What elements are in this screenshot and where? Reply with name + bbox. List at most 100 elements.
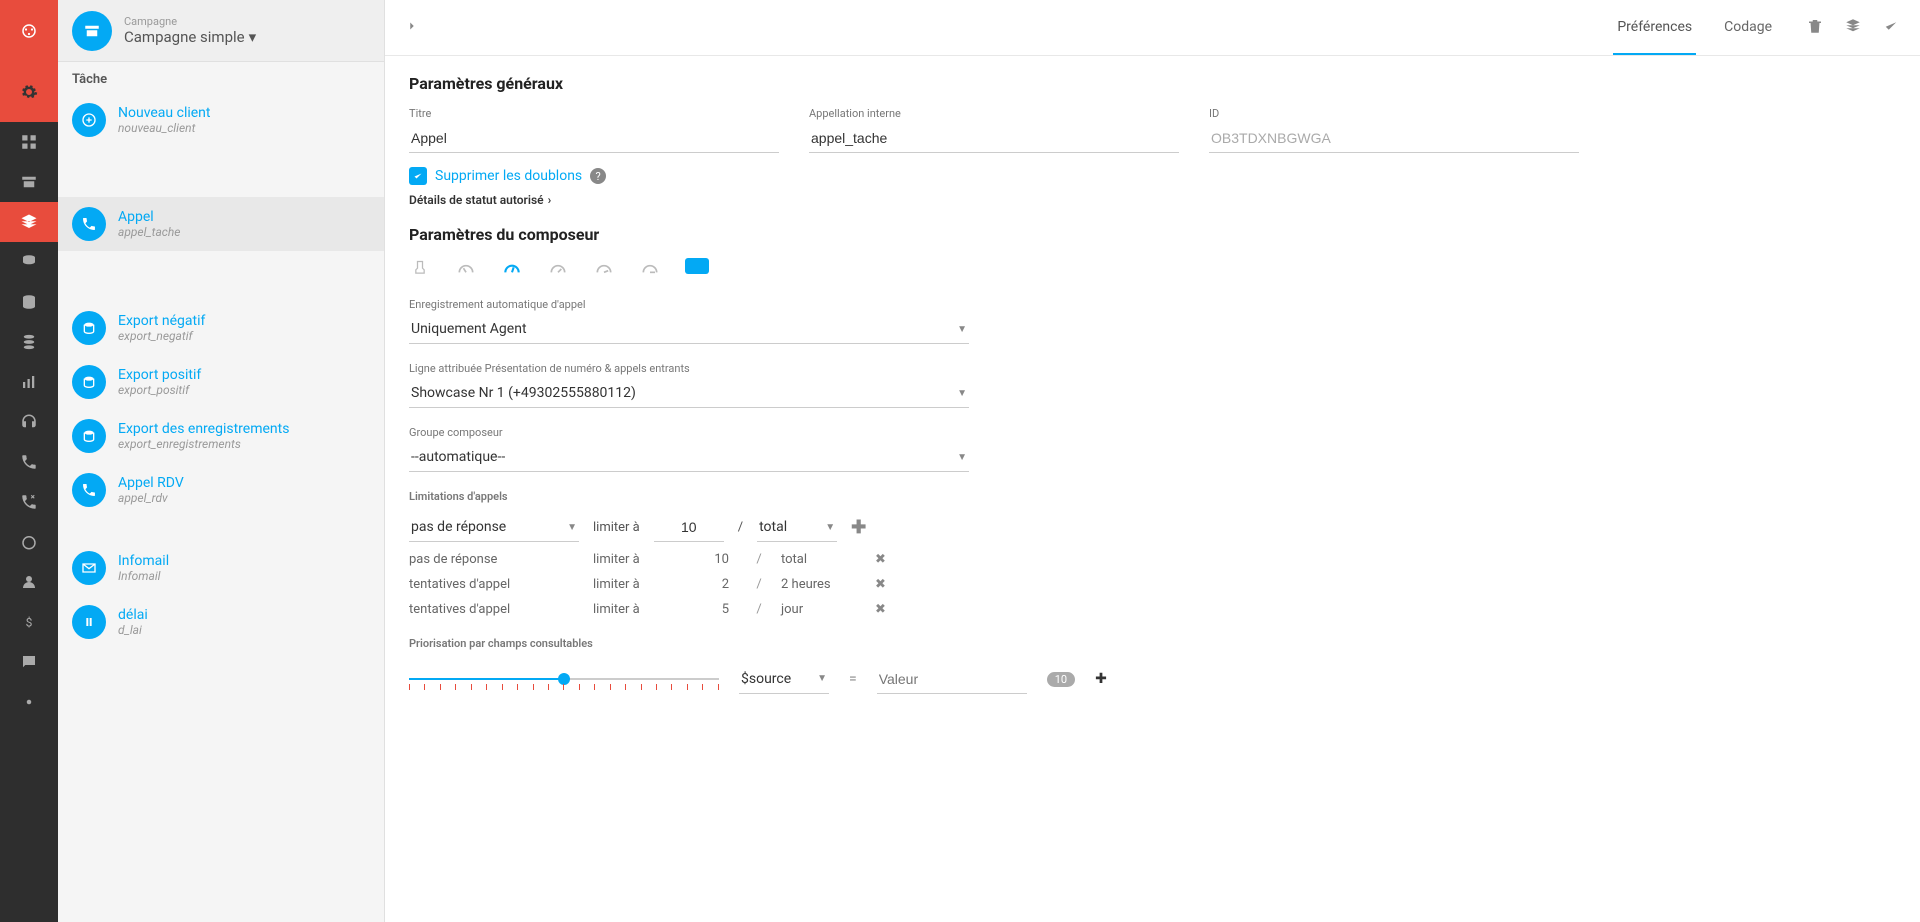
pause-icon (72, 605, 106, 639)
campaign-label: Campagne (124, 15, 256, 28)
chevron-down-icon: ▼ (957, 388, 967, 399)
dedupe-checkbox[interactable] (409, 167, 427, 185)
task-title: Appel RDV (118, 475, 184, 491)
priority-field-select[interactable]: $source▼ (739, 665, 829, 694)
phone-icon (72, 473, 106, 507)
general-heading: Paramètres généraux (409, 74, 1896, 93)
limit-reason-select[interactable]: pas de réponse▼ (409, 513, 579, 542)
help-icon[interactable]: ? (590, 168, 606, 184)
dedupe-label: Supprimer les doublons (435, 168, 582, 184)
task-infomail[interactable]: InfomailInfomail (58, 541, 384, 595)
task-title: Appel (118, 209, 180, 225)
task-nouveau-client[interactable]: Nouveau clientnouveau_client (58, 93, 384, 147)
limits-label: Limitations d'appels (409, 490, 1896, 503)
task-sub: d_lai (118, 623, 148, 637)
archive-icon (72, 11, 112, 51)
chevron-down-icon: ▼ (825, 522, 835, 533)
auto-rec-label: Enregistrement automatique d'appel (409, 298, 969, 311)
auto-rec-select[interactable]: Uniquement Agent▼ (409, 315, 969, 344)
nav-dialer-icon[interactable] (0, 482, 58, 522)
mode-preview-icon[interactable] (455, 258, 477, 280)
title-input[interactable] (409, 124, 779, 153)
nav-db2-icon[interactable] (0, 282, 58, 322)
caret-down-icon: ▾ (249, 28, 257, 46)
database-icon (72, 365, 106, 399)
nav-timer-icon[interactable] (0, 522, 58, 562)
nav-user-icon[interactable] (0, 562, 58, 602)
status-details-link[interactable]: Détails de statut autorisé› (409, 193, 1896, 207)
limit-row: tentatives d'appellimiter à2/2 heures✖ (409, 577, 1896, 592)
nav-chat-icon[interactable] (0, 642, 58, 682)
task-title: Nouveau client (118, 105, 210, 121)
nav-settings-icon[interactable] (0, 682, 58, 722)
priority-label: Priorisation par champs consultables (409, 637, 1896, 650)
check-icon[interactable] (1882, 17, 1900, 39)
tab-preferences[interactable]: Préférences (1613, 1, 1696, 55)
id-input (1209, 124, 1579, 153)
internal-input[interactable] (809, 124, 1179, 153)
nav-headset-icon[interactable] (0, 402, 58, 442)
gear-icon[interactable] (0, 62, 58, 122)
task-sub: appel_rdv (118, 491, 184, 505)
line-label: Ligne attribuée Présentation de numéro &… (409, 362, 969, 375)
chevron-right-icon: › (548, 193, 552, 207)
task-sub: appel_tache (118, 225, 180, 239)
add-priority-button[interactable]: ✚ (1095, 671, 1107, 687)
chevron-down-icon: ▼ (567, 522, 577, 533)
task-sub: nouveau_client (118, 121, 210, 135)
task-sub: export_negatif (118, 329, 205, 343)
mode-predictive-icon[interactable] (547, 258, 569, 280)
line-select[interactable]: Showcase Nr 1 (+49302555880112)▼ (409, 379, 969, 408)
nav-phone-icon[interactable] (0, 442, 58, 482)
task-delai[interactable]: délaid_lai (58, 595, 384, 649)
mode-auto-icon[interactable] (639, 258, 661, 280)
task-title: Infomail (118, 553, 169, 569)
svg-text:$: $ (26, 616, 33, 630)
task-title: délai (118, 607, 148, 623)
plus-icon (72, 103, 106, 137)
task-export-positif[interactable]: Export positifexport_positif (58, 355, 384, 409)
nav-db1-icon[interactable] (0, 242, 58, 282)
nav-dashboard-icon[interactable] (0, 122, 58, 162)
group-select[interactable]: --automatique--▼ (409, 443, 969, 472)
mail-icon (72, 551, 106, 585)
campaign-selector[interactable]: Campagne Campagne simple▾ (58, 0, 384, 62)
delete-icon[interactable] (1806, 17, 1824, 39)
app-logo[interactable] (0, 0, 58, 62)
remove-limit-button[interactable]: ✖ (875, 577, 895, 592)
mode-progressive-icon[interactable] (593, 258, 615, 280)
task-sub: Infomail (118, 569, 169, 583)
mode-power-icon[interactable] (501, 258, 523, 280)
chevron-down-icon: ▼ (957, 452, 967, 463)
sidebar-section-title: Tâche (58, 62, 384, 93)
nav-stats-icon[interactable] (0, 362, 58, 402)
limiter-text: limiter à (593, 520, 640, 535)
nav-db3-icon[interactable] (0, 322, 58, 362)
task-export-negatif[interactable]: Export négatifexport_negatif (58, 301, 384, 355)
priority-count-badge: 10 (1047, 672, 1075, 687)
tab-coding[interactable]: Codage (1720, 1, 1776, 55)
priority-value-input[interactable] (877, 665, 1027, 694)
limit-value-input[interactable] (654, 513, 724, 542)
limit-sep: / (738, 520, 743, 535)
mode-badge-icon[interactable] (685, 258, 709, 274)
chevron-down-icon: ▼ (957, 324, 967, 335)
priority-slider[interactable] (409, 664, 719, 694)
task-appel[interactable]: Appelappel_tache (58, 197, 384, 251)
nav-dollar-icon[interactable]: $ (0, 602, 58, 642)
remove-limit-button[interactable]: ✖ (875, 602, 895, 617)
remove-limit-button[interactable]: ✖ (875, 552, 895, 567)
limit-period-select[interactable]: total▼ (757, 513, 837, 542)
back-button[interactable] (405, 19, 419, 37)
layers-icon[interactable] (1844, 17, 1862, 39)
task-appel-rdv[interactable]: Appel RDVappel_rdv (58, 463, 384, 517)
mode-manual-icon[interactable] (409, 258, 431, 280)
add-limit-button[interactable]: ✚ (851, 517, 866, 538)
task-title: Export négatif (118, 313, 205, 329)
task-export-enregistrements[interactable]: Export des enregistrementsexport_enregis… (58, 409, 384, 463)
nav-archive-icon[interactable] (0, 162, 58, 202)
limit-row: pas de réponselimiter à10/total✖ (409, 552, 1896, 567)
chevron-down-icon: ▼ (817, 673, 827, 684)
task-sub: export_enregistrements (118, 437, 289, 451)
nav-layers-icon[interactable] (0, 202, 58, 242)
